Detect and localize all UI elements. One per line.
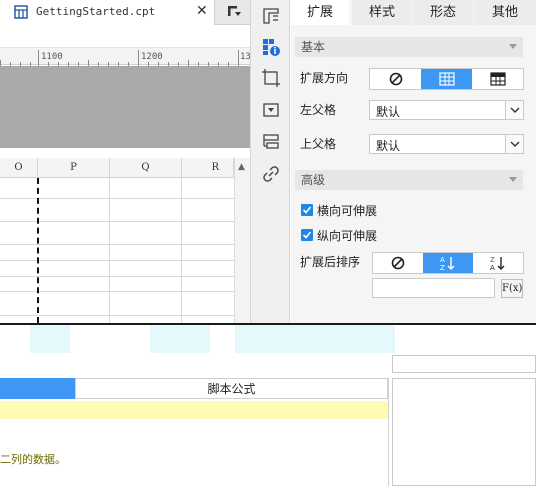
svg-text:A: A — [440, 256, 445, 264]
cell-style-icon[interactable] — [261, 68, 281, 88]
collapse-icon[interactable] — [509, 44, 517, 49]
filter-icon[interactable] — [261, 100, 281, 120]
top-parent-label: 上父格 — [300, 137, 337, 151]
highlighted-editor-line[interactable] — [0, 401, 388, 419]
sort-formula-input[interactable] — [372, 278, 495, 298]
vertical-expand-checkbox[interactable] — [301, 229, 313, 241]
no-sort-icon — [391, 256, 405, 270]
cell-element-icon[interactable] — [261, 6, 281, 26]
left-parent-select[interactable]: 默认 — [369, 100, 524, 120]
row-line — [0, 315, 234, 316]
horizontal-expand-icon — [489, 72, 506, 86]
chevron-down-icon[interactable] — [505, 101, 523, 119]
row-line — [0, 244, 234, 245]
left-parent-label: 左父格 — [300, 103, 337, 117]
vertical-scrollbar[interactable]: ▲ — [234, 158, 250, 323]
editor-tab-title: GettingStarted.cpt — [36, 5, 156, 18]
horizontal-expand-label: 横向可伸展 — [317, 204, 378, 218]
cell-attribute-icon[interactable] — [261, 37, 281, 57]
horizontal-expand-checkbox[interactable] — [301, 204, 313, 216]
row-line — [0, 260, 234, 261]
column-line — [181, 178, 182, 323]
no-expand-icon — [389, 72, 402, 86]
vertical-expand-label: 纵向可伸展 — [317, 229, 378, 243]
scroll-up-icon[interactable]: ▲ — [238, 162, 245, 172]
ruler-label: 1100 — [41, 52, 63, 62]
svg-text:Z: Z — [440, 264, 445, 271]
tab-other[interactable]: 其他 — [474, 0, 536, 25]
ruler-ticks — [0, 50, 239, 66]
widget-icon[interactable] — [261, 132, 281, 152]
editor-tab-bar: GettingStarted.cpt ✕ — [0, 0, 250, 25]
formula-editor-button[interactable]: F(x) — [501, 279, 523, 298]
section-advanced-label: 高级 — [301, 173, 326, 187]
expand-vertical-button[interactable] — [421, 69, 472, 89]
top-parent-select[interactable]: 默认 — [369, 134, 524, 154]
section-basic-label: 基本 — [301, 40, 326, 54]
sort-none-button[interactable] — [373, 253, 423, 273]
hyperlink-icon[interactable] — [261, 164, 281, 184]
top-parent-value: 默认 — [376, 139, 401, 153]
svg-text:A: A — [490, 264, 495, 271]
close-icon[interactable]: ✕ — [196, 3, 208, 19]
row-line — [0, 291, 234, 292]
check-icon — [302, 231, 312, 239]
expand-direction-group — [369, 68, 524, 90]
tab-expand[interactable]: 扩展 — [291, 0, 349, 25]
render-artifact — [235, 325, 395, 353]
sort-ascending-button[interactable]: AZ — [423, 253, 473, 273]
column-line — [109, 178, 110, 323]
tab-script-formula[interactable]: 脚本公式 — [75, 378, 388, 399]
column-header[interactable]: P — [38, 158, 110, 178]
expand-direction-label: 扩展方向 — [300, 71, 349, 85]
property-icon-bar — [250, 0, 290, 323]
description-text: 二列的数据。 — [0, 453, 66, 466]
expand-horizontal-button[interactable] — [472, 69, 523, 89]
render-artifact — [150, 325, 210, 353]
tab-style[interactable]: 样式 — [352, 0, 412, 25]
tab-form[interactable]: 形态 — [413, 0, 473, 25]
sort-after-expand-label: 扩展后排序 — [300, 255, 361, 269]
vertical-expand-icon — [438, 72, 455, 86]
tab-menu-icon[interactable] — [226, 3, 242, 19]
svg-text:Z: Z — [490, 256, 495, 264]
column-header[interactable]: O — [0, 158, 38, 178]
render-artifact — [30, 325, 70, 353]
row-line — [0, 276, 234, 277]
sort-descending-icon: ZA — [490, 256, 505, 271]
row-line — [0, 198, 234, 199]
tab-active-editor[interactable] — [0, 378, 75, 399]
side-list-box[interactable] — [392, 378, 536, 486]
sort-group: AZ ZA — [372, 252, 524, 274]
search-input[interactable] — [392, 355, 536, 373]
section-basic[interactable]: 基本 — [295, 37, 523, 57]
editor-tab[interactable]: GettingStarted.cpt ✕ — [0, 0, 215, 25]
report-file-icon — [14, 5, 28, 19]
left-parent-value: 默认 — [376, 105, 401, 119]
pane-separator — [388, 378, 389, 486]
sort-ascending-icon: AZ — [440, 256, 455, 271]
page-margin-area — [0, 66, 250, 148]
expand-none-button[interactable] — [370, 69, 421, 89]
column-header[interactable]: R — [182, 158, 234, 178]
horizontal-ruler: 1100 1200 13 — [0, 47, 251, 66]
check-icon — [302, 206, 312, 214]
report-grid[interactable]: O P Q R — [0, 158, 234, 323]
chevron-down-icon[interactable] — [505, 135, 523, 153]
column-header[interactable]: Q — [110, 158, 182, 178]
collapse-icon[interactable] — [509, 177, 517, 182]
property-panel: 扩展 样式 形态 其他 基本 扩展方向 左父格 默认 上父格 默认 高级 横向可… — [291, 0, 536, 323]
page-break-line — [37, 178, 39, 323]
ruler-label: 1200 — [141, 52, 163, 62]
section-advanced[interactable]: 高级 — [295, 170, 523, 190]
sort-descending-button[interactable]: ZA — [473, 253, 523, 273]
row-line — [0, 221, 234, 222]
